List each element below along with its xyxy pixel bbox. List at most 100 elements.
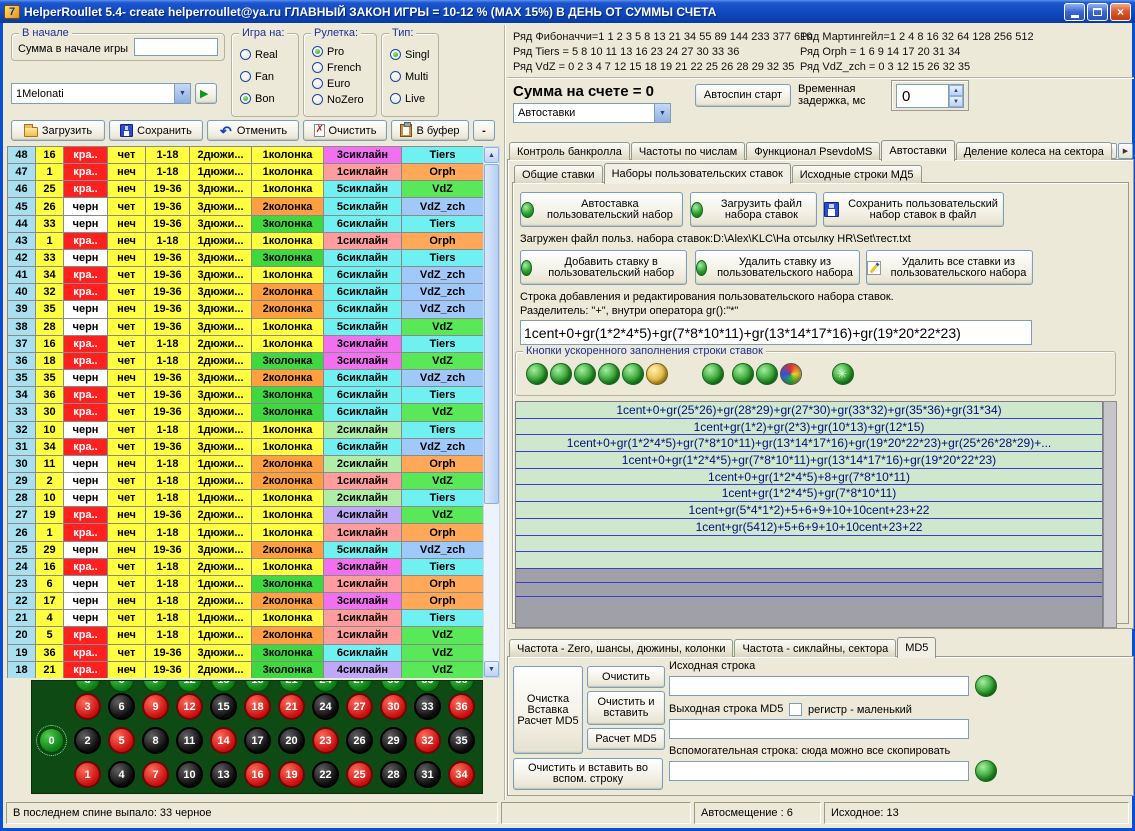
bet-row-empty[interactable] — [516, 536, 1102, 553]
radio-icon[interactable] — [312, 46, 323, 57]
chevron-down-icon[interactable] — [174, 84, 190, 103]
save-bet-file-button[interactable]: Сохранить пользовательский набор ставок … — [823, 192, 1004, 227]
board-number-21[interactable]: 21 — [278, 693, 305, 720]
bet-row-4[interactable]: 1cent+0+gr(1*2*4*5)+gr(7*8*10*11)+gr(13*… — [516, 452, 1102, 469]
board-number-12[interactable]: 12 — [176, 693, 203, 720]
main-tab-3[interactable]: Функционал PsevdoMS — [746, 142, 880, 160]
roulette-option-pro[interactable]: Pro — [312, 45, 364, 58]
board-number-31[interactable]: 31 — [414, 761, 441, 788]
board-number-1[interactable]: 1 — [74, 761, 101, 788]
board-number-30[interactable]: 30 — [380, 693, 407, 720]
type-option-live[interactable]: Live — [390, 92, 429, 105]
main-tab-1[interactable]: Контроль банкролла — [509, 142, 630, 160]
radio-icon[interactable] — [240, 93, 251, 104]
green-ball-icon[interactable] — [574, 363, 596, 385]
toolbar-save-button[interactable]: Сохранить — [109, 120, 203, 141]
board-partial-12[interactable]: 12 — [176, 680, 203, 693]
board-number-9[interactable]: 9 — [142, 693, 169, 720]
board-number-35[interactable]: 35 — [448, 727, 475, 754]
game-option-real[interactable]: Real — [240, 48, 278, 61]
bottom-tab-3[interactable]: MD5 — [897, 637, 936, 658]
board-number-23[interactable]: 23 — [312, 727, 339, 754]
game-option-bon[interactable]: Bon — [240, 92, 278, 105]
toolbar-undo-button[interactable]: Отменить — [207, 120, 299, 141]
load-bet-file-button[interactable]: Загрузить файл набора ставок — [690, 192, 817, 227]
green-ball-icon[interactable] — [732, 363, 754, 385]
green-ball-icon[interactable] — [622, 363, 644, 385]
board-number-36[interactable]: 36 — [448, 693, 475, 720]
board-number-19[interactable]: 19 — [278, 761, 305, 788]
board-partial-21[interactable]: 21 — [278, 680, 305, 693]
paste-ball-icon[interactable] — [975, 675, 997, 697]
star-ball-icon[interactable] — [832, 363, 854, 385]
md5-aux-input[interactable] — [669, 761, 969, 781]
paste-ball-icon[interactable] — [975, 760, 997, 782]
board-number-28[interactable]: 28 — [380, 761, 407, 788]
sub-tab-2[interactable]: Наборы пользовательских ставок — [604, 163, 791, 184]
board-number-15[interactable]: 15 — [210, 693, 237, 720]
roulette-option-euro[interactable]: Euro — [312, 77, 364, 90]
chevron-down-icon[interactable] — [654, 104, 670, 122]
board-partial-36[interactable]: 36 — [448, 680, 475, 693]
board-number-20[interactable]: 20 — [278, 727, 305, 754]
radio-icon[interactable] — [390, 71, 401, 82]
board-number-2[interactable]: 2 — [74, 727, 101, 754]
md5-clear-paste-button[interactable]: Очистить и вставить — [587, 691, 665, 725]
main-tab-4[interactable]: Автоставки — [881, 140, 954, 161]
board-number-33[interactable]: 33 — [414, 693, 441, 720]
board-number-27[interactable]: 27 — [346, 693, 373, 720]
board-number-25[interactable]: 25 — [346, 761, 373, 788]
bet-list-scrollbar[interactable] — [1103, 401, 1117, 628]
board-number-34[interactable]: 34 — [448, 761, 475, 788]
green-ball-icon[interactable] — [756, 363, 778, 385]
radio-icon[interactable] — [312, 62, 323, 73]
board-partial-15[interactable]: 15 — [210, 680, 237, 693]
scroll-down-button[interactable]: ▼ — [484, 661, 499, 677]
board-number-17[interactable]: 17 — [244, 727, 271, 754]
delete-all-bets-button[interactable]: Удалить все ставки из пользовательского … — [866, 250, 1033, 285]
board-number-0[interactable]: 0 — [38, 727, 65, 754]
spin-down-button[interactable]: ▼ — [949, 96, 963, 107]
board-number-13[interactable]: 13 — [210, 761, 237, 788]
board-number-10[interactable]: 10 — [176, 761, 203, 788]
roulette-option-nozero[interactable]: NoZero — [312, 93, 364, 106]
board-number-26[interactable]: 26 — [346, 727, 373, 754]
board-number-18[interactable]: 18 — [244, 693, 271, 720]
tab-scroll-right-button[interactable]: ▶ — [1118, 143, 1133, 159]
collapse-button[interactable]: - — [473, 120, 495, 141]
radio-icon[interactable] — [240, 49, 251, 60]
bottom-tab-1[interactable]: Частота - Zero, шансы, дюжины, колонки — [509, 639, 733, 657]
board-number-24[interactable]: 24 — [312, 693, 339, 720]
autospin-start-button[interactable]: Автоспин старт — [695, 84, 791, 107]
board-number-8[interactable]: 8 — [142, 727, 169, 754]
type-option-multi[interactable]: Multi — [390, 70, 429, 83]
bet-row-1[interactable]: 1cent+0+gr(25*26)+gr(28*29)+gr(27*30)+gr… — [516, 402, 1102, 419]
green-ball-icon[interactable] — [526, 363, 548, 385]
board-number-5[interactable]: 5 — [108, 727, 135, 754]
start-sum-input[interactable] — [134, 38, 218, 56]
minimize-button[interactable] — [1064, 3, 1085, 21]
spin-up-button[interactable]: ▲ — [949, 85, 963, 96]
roulette-option-french[interactable]: French — [312, 61, 364, 74]
sub-tab-1[interactable]: Общие ставки — [514, 165, 603, 183]
type-option-singl[interactable]: Singl — [390, 48, 429, 61]
title-bar[interactable]: HelperRoullet 5.4- create helperroullet@… — [0, 0, 1135, 23]
bet-row-5[interactable]: 1cent+0+gr(1*2*4*5)+8+gr(7*8*10*11) — [516, 469, 1102, 486]
md5-source-input[interactable] — [669, 676, 969, 696]
bet-edit-input[interactable] — [520, 320, 1032, 345]
board-partial-30[interactable]: 30 — [380, 680, 407, 693]
md5-calc-button[interactable]: Расчет MD5 — [587, 728, 665, 750]
bet-row-empty[interactable] — [516, 552, 1102, 569]
close-button[interactable]: × — [1110, 3, 1131, 21]
board-number-16[interactable]: 16 — [244, 761, 271, 788]
delay-input[interactable]: 0 ▲ ▼ — [896, 84, 964, 108]
green-ball-icon[interactable] — [702, 363, 724, 385]
coin-icon[interactable] — [646, 363, 668, 385]
radio-icon[interactable] — [240, 71, 251, 82]
radio-icon[interactable] — [312, 78, 323, 89]
add-bet-button[interactable]: Добавить ставку в пользовательский набор — [520, 250, 687, 285]
board-partial-3[interactable]: 3 — [74, 680, 101, 693]
play-button[interactable] — [195, 83, 217, 104]
board-number-29[interactable]: 29 — [380, 727, 407, 754]
board-number-11[interactable]: 11 — [176, 727, 203, 754]
